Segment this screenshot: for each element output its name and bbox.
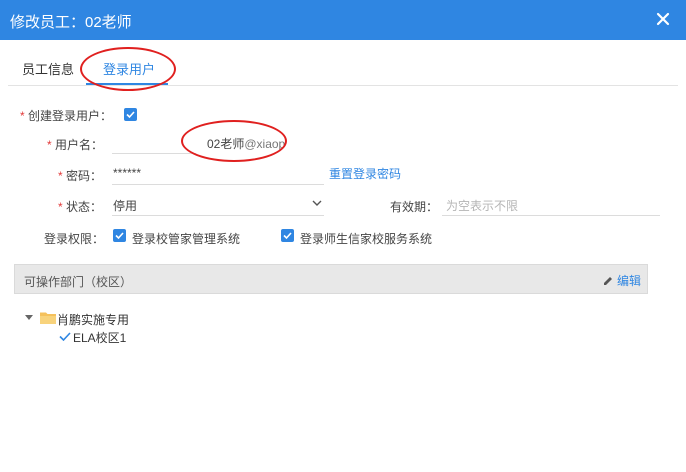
create-login-checkbox[interactable] [124, 108, 137, 121]
reset-password-link[interactable]: 重置登录密码 [329, 165, 401, 182]
permission-admin-label[interactable]: 登录校管家管理系统 [132, 230, 240, 247]
check-icon [59, 332, 71, 341]
tree-root-label[interactable]: 肖鹏实施专用 [57, 311, 129, 328]
password-label: * 密码： [58, 169, 103, 183]
check-icon [283, 232, 292, 240]
tree-child-label[interactable]: ELA校区1 [73, 329, 126, 346]
permission-family-label[interactable]: 登录师生信家校服务系统 [300, 230, 432, 247]
chevron-down-icon[interactable] [312, 200, 322, 207]
validity-underline [442, 215, 660, 216]
create-login-label: * 创建登录用户： [20, 109, 113, 123]
close-icon[interactable] [653, 9, 673, 29]
username-label: * 用户名： [47, 138, 104, 152]
check-icon [126, 111, 135, 119]
status-underline [112, 215, 324, 216]
dialog-title: 修改员工：02老师 [10, 14, 132, 31]
edit-departments-button[interactable]: 编辑 [603, 272, 641, 289]
collapse-caret-icon[interactable] [25, 315, 33, 321]
tab-employee-info[interactable]: 员工信息 [22, 59, 74, 78]
departments-title: 可操作部门（校区） [24, 275, 133, 289]
status-select[interactable]: 停用 [113, 197, 137, 214]
pencil-icon [603, 277, 612, 285]
validity-label: 有效期： [390, 200, 439, 214]
dialog-titlebar: 修改员工：02老师 [0, 0, 686, 40]
permission-family-checkbox[interactable] [281, 229, 294, 242]
permission-admin-checkbox[interactable] [113, 229, 126, 242]
validity-input[interactable]: 为空表示不限 [446, 197, 518, 214]
tab-highlight-annotation [80, 47, 176, 91]
departments-header: 可操作部门（校区） 编辑 [14, 264, 648, 294]
folder-icon [40, 312, 56, 324]
permissions-label: 登录权限： [44, 232, 105, 246]
check-icon [115, 232, 124, 240]
username-highlight-annotation [181, 120, 287, 162]
password-underline [112, 184, 324, 185]
username-underline [112, 153, 196, 154]
password-field[interactable]: ****** [113, 166, 141, 180]
status-label: * 状态： [58, 200, 103, 214]
